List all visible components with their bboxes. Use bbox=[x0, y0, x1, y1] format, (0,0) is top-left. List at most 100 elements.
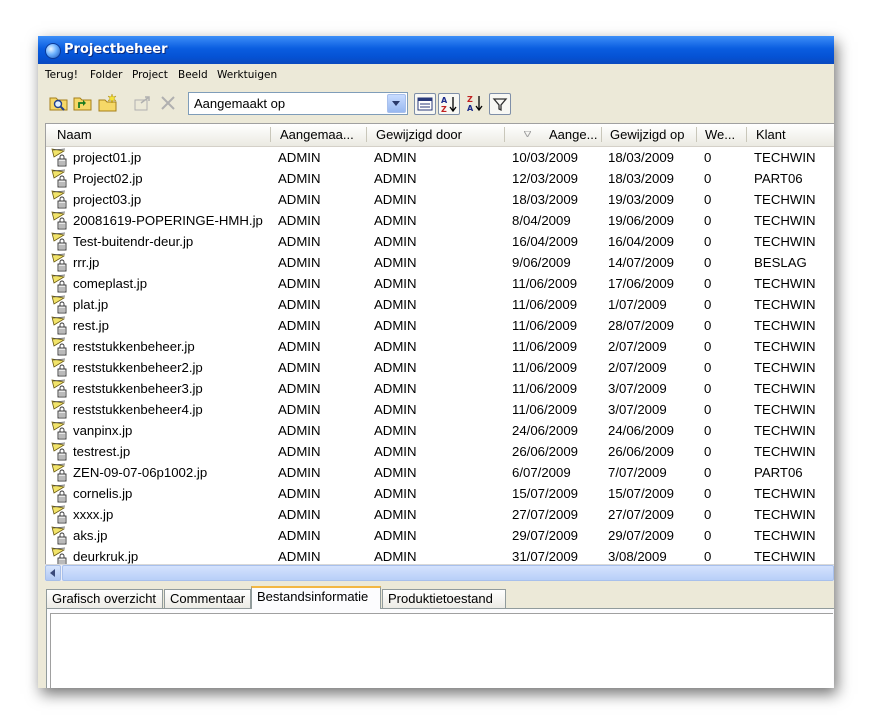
cell-aangemaakt-op: 6/07/2009 bbox=[512, 465, 571, 480]
cell-we: 0 bbox=[704, 213, 712, 228]
cell-aangemaakt-op: 16/04/2009 bbox=[512, 234, 579, 249]
table-row[interactable]: reststukkenbeheer3.jp ADMIN ADMIN 11/06/200… bbox=[46, 378, 834, 399]
tab-grafisch-overzicht[interactable]: Grafisch overzicht bbox=[46, 589, 163, 608]
new-folder-icon[interactable] bbox=[98, 93, 118, 113]
project-file-icon bbox=[51, 169, 67, 188]
table-row[interactable]: comeplast.jp ADMIN ADMIN 11/06/2009 17/06/20… bbox=[46, 273, 834, 294]
tab-produktietoestand[interactable]: Produktietoestand bbox=[382, 589, 506, 608]
scroll-left-button[interactable] bbox=[45, 565, 61, 581]
project-file-icon bbox=[51, 484, 67, 503]
table-row[interactable]: reststukkenbeheer4.jp ADMIN ADMIN 11/06/200… bbox=[46, 399, 834, 420]
cell-naam: reststukkenbeheer.jp bbox=[73, 339, 195, 354]
table-row[interactable]: reststukkenbeheer.jp ADMIN ADMIN 11/06/2009… bbox=[46, 336, 834, 357]
cell-we: 0 bbox=[704, 234, 712, 249]
cell-klant: TECHWIN bbox=[754, 297, 816, 312]
move-icon[interactable] bbox=[133, 93, 153, 113]
column-header-klant[interactable]: Klant bbox=[756, 124, 786, 146]
column-header-naam[interactable]: Naam bbox=[57, 124, 92, 146]
cell-gewijzigd-op: 1/07/2009 bbox=[608, 297, 667, 312]
file-info-panel[interactable] bbox=[50, 613, 833, 688]
sort-descending-icon[interactable]: Z A bbox=[465, 93, 485, 113]
cell-we: 0 bbox=[704, 150, 712, 165]
cell-aangemaakt-door: ADMIN bbox=[278, 507, 321, 522]
column-header-aangemaakt-op[interactable]: Aange... bbox=[549, 124, 597, 146]
table-row[interactable]: vanpinx.jp ADMIN ADMIN 24/06/2009 24/06/2009… bbox=[46, 420, 834, 441]
svg-text:A: A bbox=[467, 104, 474, 113]
cell-naam: plat.jp bbox=[73, 297, 109, 312]
chevron-down-icon[interactable] bbox=[387, 94, 406, 113]
menu-project[interactable]: Project bbox=[132, 69, 168, 81]
cell-naam: project01.jp bbox=[73, 150, 142, 165]
menu-terug[interactable]: Terug! bbox=[45, 69, 78, 81]
table-row[interactable]: reststukkenbeheer2.jp ADMIN ADMIN 11/06/200… bbox=[46, 357, 834, 378]
table-row[interactable]: project03.jp ADMIN ADMIN 18/03/2009 19/03/20… bbox=[46, 189, 834, 210]
scroll-thumb[interactable] bbox=[62, 565, 834, 581]
cell-gewijzigd-op: 16/04/2009 bbox=[608, 234, 675, 249]
tab-commentaar[interactable]: Commentaar bbox=[164, 589, 251, 608]
table-row[interactable]: Project02.jp ADMIN ADMIN 12/03/2009 18/03/20… bbox=[46, 168, 834, 189]
filter-button[interactable] bbox=[489, 93, 511, 115]
column-header-gewijzigd-door[interactable]: Gewijzigd door bbox=[376, 124, 462, 146]
cell-klant: TECHWIN bbox=[754, 360, 816, 375]
table-row[interactable]: rest.jp ADMIN ADMIN 11/06/2009 28/07/2009 0 TE… bbox=[46, 315, 834, 336]
cell-klant: TECHWIN bbox=[754, 381, 816, 396]
cell-klant: TECHWIN bbox=[754, 150, 816, 165]
cell-aangemaakt-op: 11/06/2009 bbox=[512, 402, 578, 417]
details-view-button[interactable] bbox=[414, 93, 436, 115]
sort-ascending-button[interactable]: A Z bbox=[438, 93, 460, 115]
cell-aangemaakt-op: 27/07/2009 bbox=[512, 507, 579, 522]
cell-aangemaakt-op: 12/03/2009 bbox=[512, 171, 579, 186]
title-bar[interactable]: Projectbeheer bbox=[38, 36, 834, 64]
cell-aangemaakt-op: 11/06/2009 bbox=[512, 297, 578, 312]
tab-panel bbox=[46, 608, 834, 688]
cell-aangemaakt-op: 10/03/2009 bbox=[512, 150, 579, 165]
cell-we: 0 bbox=[704, 507, 712, 522]
cell-we: 0 bbox=[704, 318, 712, 333]
table-row[interactable]: aks.jp ADMIN ADMIN 29/07/2009 29/07/2009 0 TEC… bbox=[46, 525, 834, 546]
menu-werktuigen[interactable]: Werktuigen bbox=[217, 69, 277, 81]
cell-we: 0 bbox=[704, 360, 712, 375]
filter-icon bbox=[492, 98, 508, 112]
sort-field-select[interactable]: Aangemaakt op bbox=[188, 92, 408, 115]
cell-klant: TECHWIN bbox=[754, 192, 816, 207]
cell-gewijzigd-door: ADMIN bbox=[374, 255, 417, 270]
table-row[interactable]: ZEN-09-07-06p1002.jp ADMIN ADMIN 6/07/2009 7… bbox=[46, 462, 834, 483]
folder-up-icon[interactable] bbox=[73, 93, 93, 113]
table-row[interactable]: project01.jp ADMIN ADMIN 10/03/2009 18/03/20… bbox=[46, 147, 834, 168]
column-header-we[interactable]: We... bbox=[705, 124, 735, 146]
cell-klant: TECHWIN bbox=[754, 339, 816, 354]
table-row[interactable]: testrest.jp ADMIN ADMIN 26/06/2009 26/06/200… bbox=[46, 441, 834, 462]
table-row[interactable]: rrr.jp ADMIN ADMIN 9/06/2009 14/07/2009 0 BESL… bbox=[46, 252, 834, 273]
table-row[interactable]: 20081619-POPERINGE-HMH.jp ADMIN ADMIN 8/04/… bbox=[46, 210, 834, 231]
cell-klant: TECHWIN bbox=[754, 213, 816, 228]
table-row[interactable]: Test-buitendr-deur.jp ADMIN ADMIN 16/04/200… bbox=[46, 231, 834, 252]
cell-aangemaakt-door: ADMIN bbox=[278, 150, 321, 165]
tab-bestandsinformatie[interactable]: Bestandsinformatie bbox=[251, 586, 381, 609]
column-header-gewijzigd-op[interactable]: Gewijzigd op bbox=[610, 124, 684, 146]
menu-beeld[interactable]: Beeld bbox=[178, 69, 208, 81]
cell-gewijzigd-op: 3/07/2009 bbox=[608, 381, 667, 396]
cell-we: 0 bbox=[704, 339, 712, 354]
cell-we: 0 bbox=[704, 549, 712, 564]
cell-naam: 20081619-POPERINGE-HMH.jp bbox=[73, 213, 263, 228]
sort-ascending-icon: A Z bbox=[441, 96, 457, 114]
cell-gewijzigd-op: 18/03/2009 bbox=[608, 150, 675, 165]
project-file-icon bbox=[51, 463, 67, 482]
table-row[interactable]: plat.jp ADMIN ADMIN 11/06/2009 1/07/2009 0 TEC… bbox=[46, 294, 834, 315]
column-header-aangemaakt-door[interactable]: Aangemaa... bbox=[280, 124, 354, 146]
delete-icon[interactable] bbox=[158, 93, 178, 113]
table-row[interactable]: xxxx.jp ADMIN ADMIN 27/07/2009 27/07/2009 0 TE… bbox=[46, 504, 834, 525]
search-folder-icon[interactable] bbox=[49, 93, 69, 113]
cell-gewijzigd-op: 14/07/2009 bbox=[608, 255, 675, 270]
cell-we: 0 bbox=[704, 255, 712, 270]
table-row[interactable]: cornelis.jp ADMIN ADMIN 15/07/2009 15/07/200… bbox=[46, 483, 834, 504]
cell-klant: TECHWIN bbox=[754, 549, 816, 564]
cell-gewijzigd-op: 28/07/2009 bbox=[608, 318, 675, 333]
cell-aangemaakt-op: 18/03/2009 bbox=[512, 192, 579, 207]
cell-naam: Project02.jp bbox=[73, 171, 143, 186]
cell-naam: Test-buitendr-deur.jp bbox=[73, 234, 194, 249]
horizontal-scrollbar[interactable] bbox=[45, 564, 834, 581]
project-list[interactable]: Naam Aangemaa... Gewijzigd door Aange...… bbox=[45, 123, 834, 580]
project-file-icon bbox=[51, 379, 67, 398]
menu-folder[interactable]: Folder bbox=[90, 69, 122, 81]
